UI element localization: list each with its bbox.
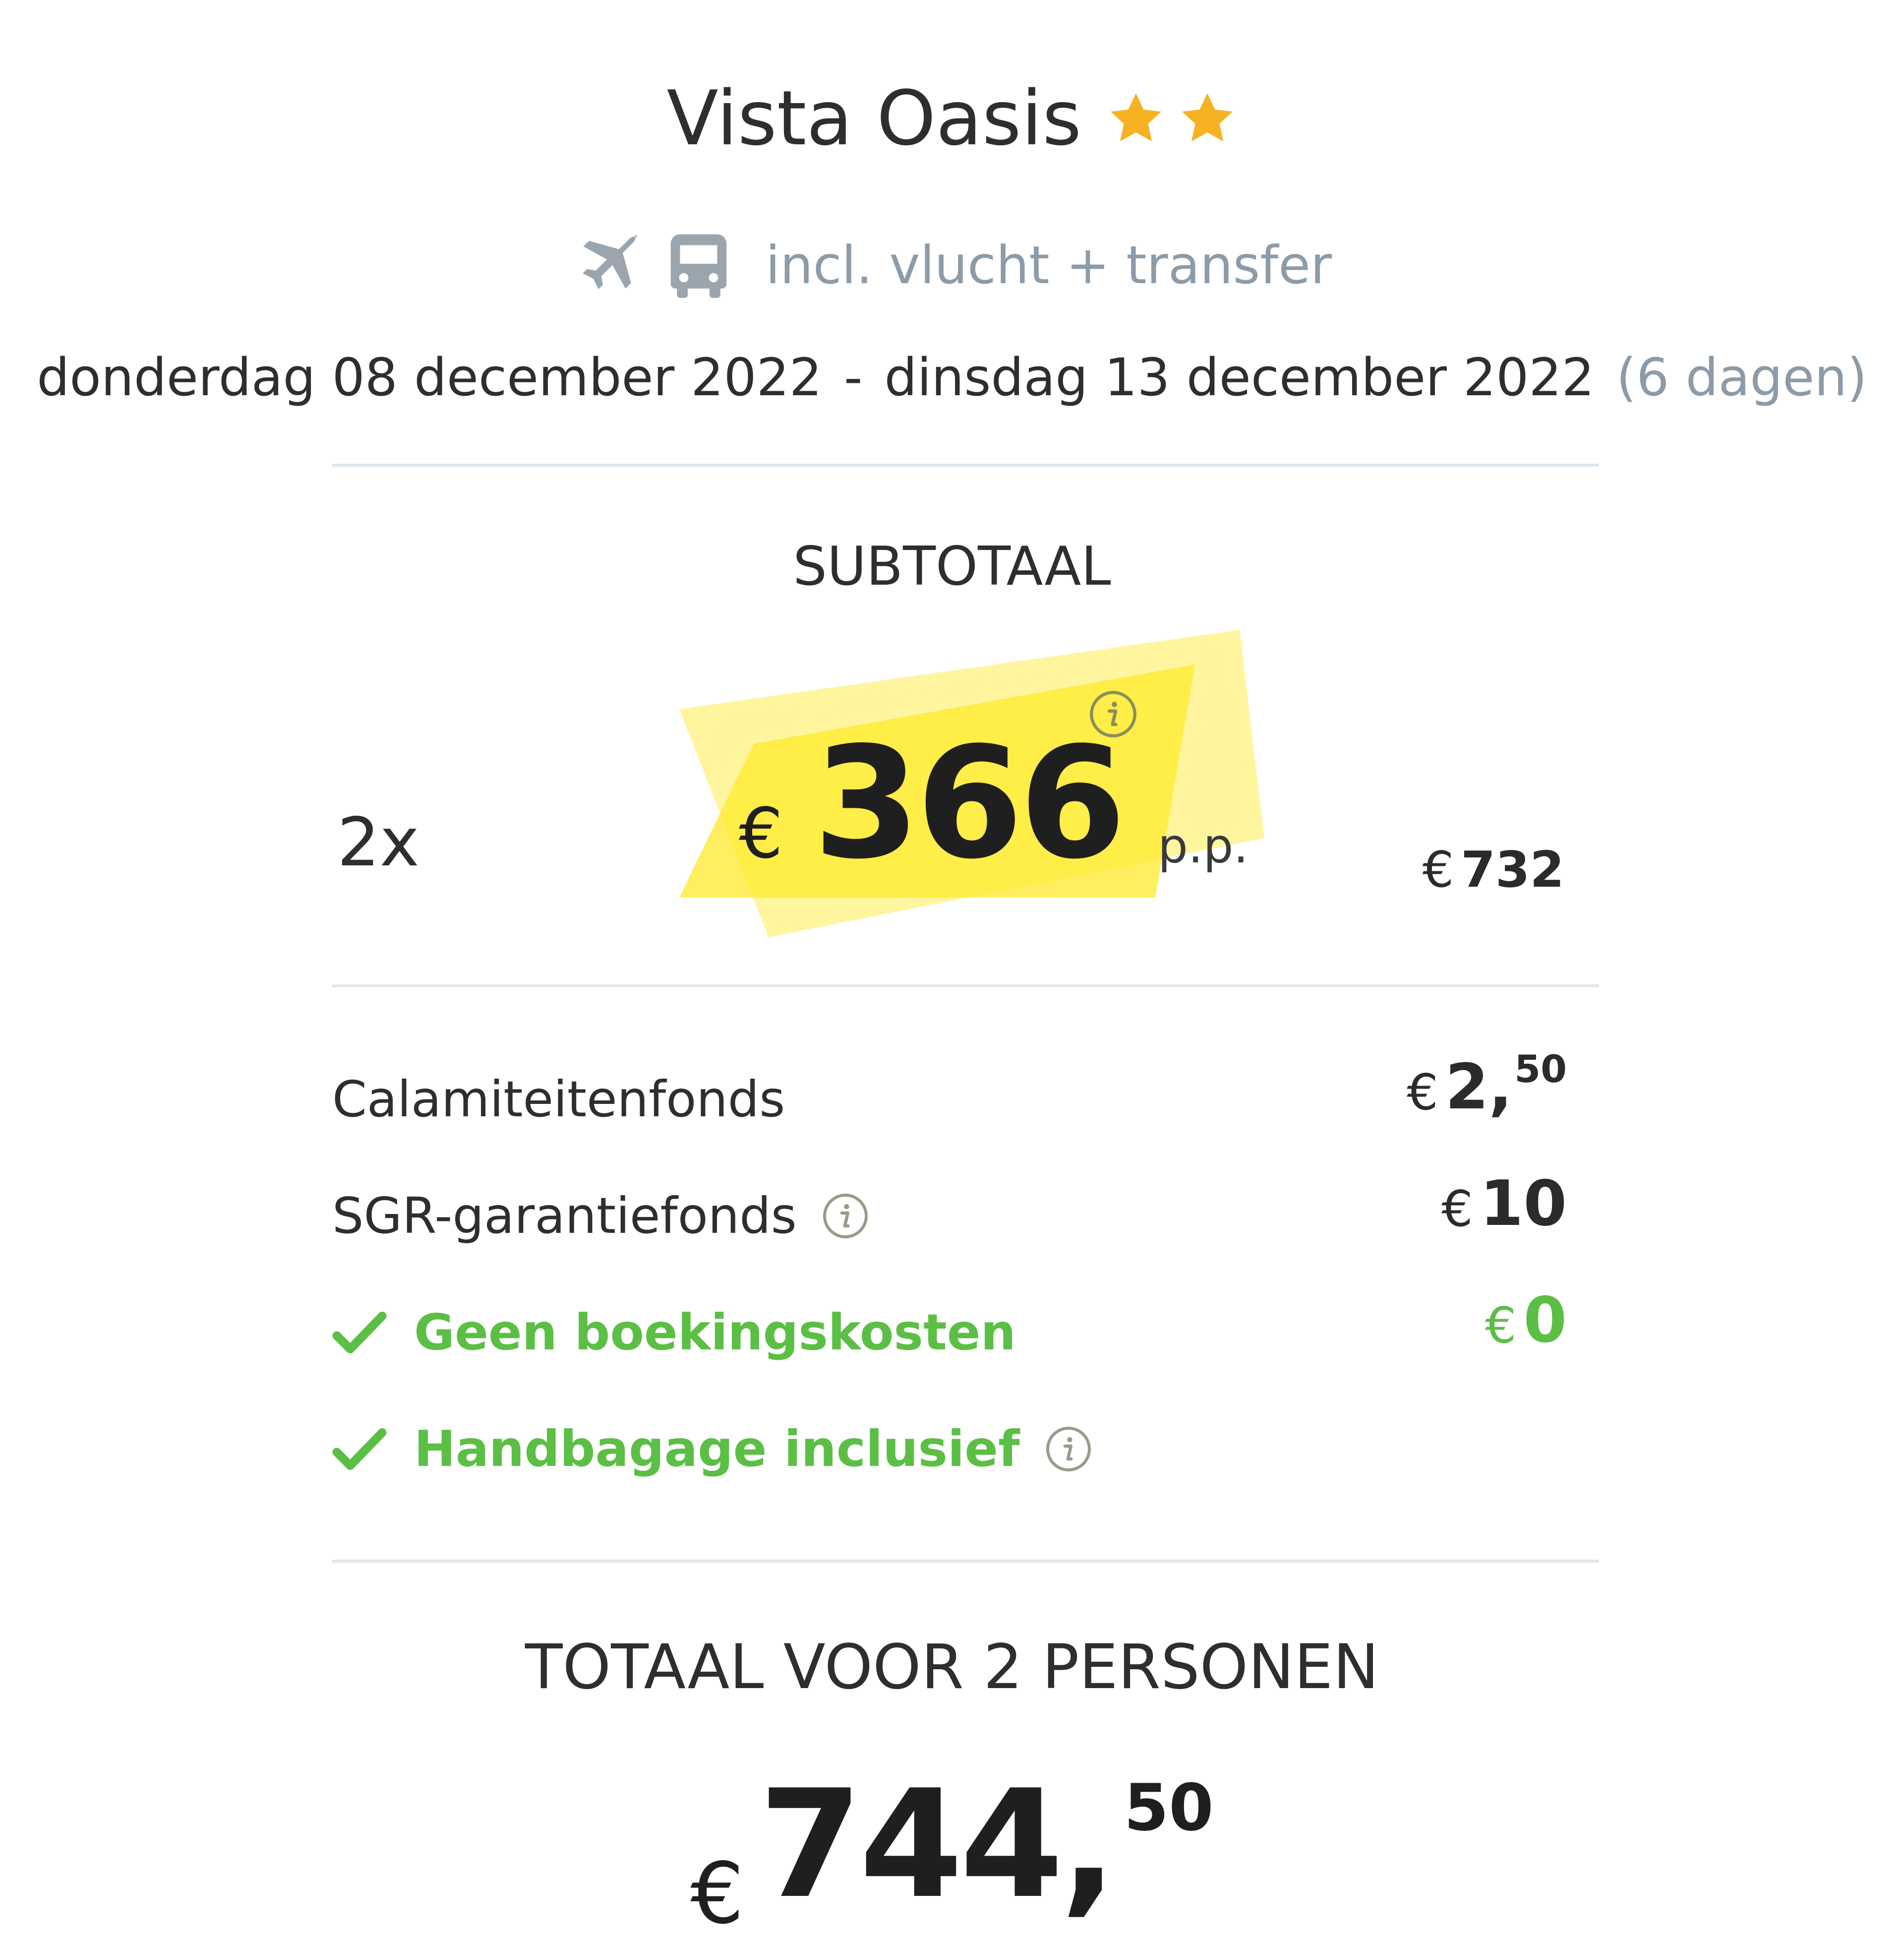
perk-currency: € — [1485, 1296, 1517, 1354]
checkmark-icon — [332, 1428, 387, 1470]
price-per-person: 366 — [813, 714, 1126, 893]
perk-amount: €0 — [1485, 1283, 1567, 1356]
divider — [332, 1560, 1599, 1563]
per-person-label: p.p. — [1158, 818, 1249, 874]
bus-icon — [670, 234, 727, 298]
perk-label-text: Handbagage inclusief — [414, 1420, 1020, 1478]
total-value: 744, — [759, 1758, 1117, 1931]
fee-label: Calamiteitenfonds — [332, 1070, 785, 1128]
total-title: TOTAAL VOOR 2 PERSONEN — [525, 1632, 1379, 1703]
info-icon[interactable] — [1088, 689, 1138, 739]
info-icon[interactable] — [822, 1192, 869, 1240]
departure-date: donderdag 08 december 2022 — [37, 347, 822, 408]
perk-label-text: Geen boekingskosten — [414, 1303, 1016, 1361]
fee-value: 2, — [1445, 1050, 1513, 1123]
hotel-title-row: Vista Oasis — [0, 74, 1904, 162]
perk-row-booking-costs: Geen boekingskosten €0 — [332, 1283, 1567, 1366]
perk-label: Handbagage inclusief — [332, 1420, 1092, 1478]
checkmark-icon — [332, 1311, 387, 1353]
subtotal-value: 732 — [1461, 841, 1564, 899]
fee-row-sgr-garantiefonds: SGR-garantiefonds €10 — [332, 1167, 1567, 1250]
subtotal-amount: €732 — [1423, 841, 1564, 899]
date-separator: - — [843, 347, 863, 408]
perk-value: 0 — [1523, 1283, 1567, 1356]
fee-label-text: SGR-garantiefonds — [332, 1187, 797, 1245]
perk-row-hand-luggage: Handbagage inclusief — [332, 1403, 1567, 1483]
fee-row-calamiteitenfonds: Calamiteitenfonds €2, 50 — [332, 1050, 1567, 1133]
fee-amount: €2, 50 — [1407, 1047, 1567, 1124]
total-currency: € — [690, 1845, 744, 1943]
traveller-quantity: 2x — [337, 803, 419, 881]
fee-label: SGR-garantiefonds — [332, 1187, 869, 1245]
divider — [332, 464, 1599, 467]
fee-currency: € — [1441, 1180, 1473, 1238]
subtotal-title: SUBTOTAAL — [793, 536, 1111, 598]
star-icon — [1111, 93, 1162, 141]
fee-cents: 50 — [1514, 1047, 1567, 1091]
price-currency: € — [739, 793, 783, 874]
return-date: dinsdag 13 december 2022 — [884, 347, 1595, 408]
star-icon — [1182, 93, 1233, 141]
hotel-name: Vista Oasis — [666, 74, 1082, 162]
info-icon[interactable] — [1045, 1425, 1092, 1473]
divider — [332, 984, 1599, 987]
package-includes: incl. vlucht + transfer — [0, 228, 1904, 303]
trip-duration: (6 dagen) — [1616, 347, 1867, 408]
fee-currency: € — [1407, 1063, 1438, 1121]
subtotal-currency: € — [1422, 841, 1454, 899]
total-amount: € 744, 50 — [0, 1770, 1904, 1943]
total-cents: 50 — [1124, 1770, 1214, 1845]
hotel-rating — [1106, 89, 1237, 148]
includes-text: incl. vlucht + transfer — [765, 235, 1332, 296]
perk-label: Geen boekingskosten — [332, 1303, 1016, 1361]
travel-dates: donderdag 08 december 2022 - dinsdag 13 … — [0, 347, 1904, 408]
airplane-icon — [583, 233, 639, 290]
fee-value: 10 — [1480, 1167, 1567, 1240]
fee-label-text: Calamiteitenfonds — [332, 1070, 785, 1128]
fee-amount: €10 — [1441, 1167, 1567, 1240]
